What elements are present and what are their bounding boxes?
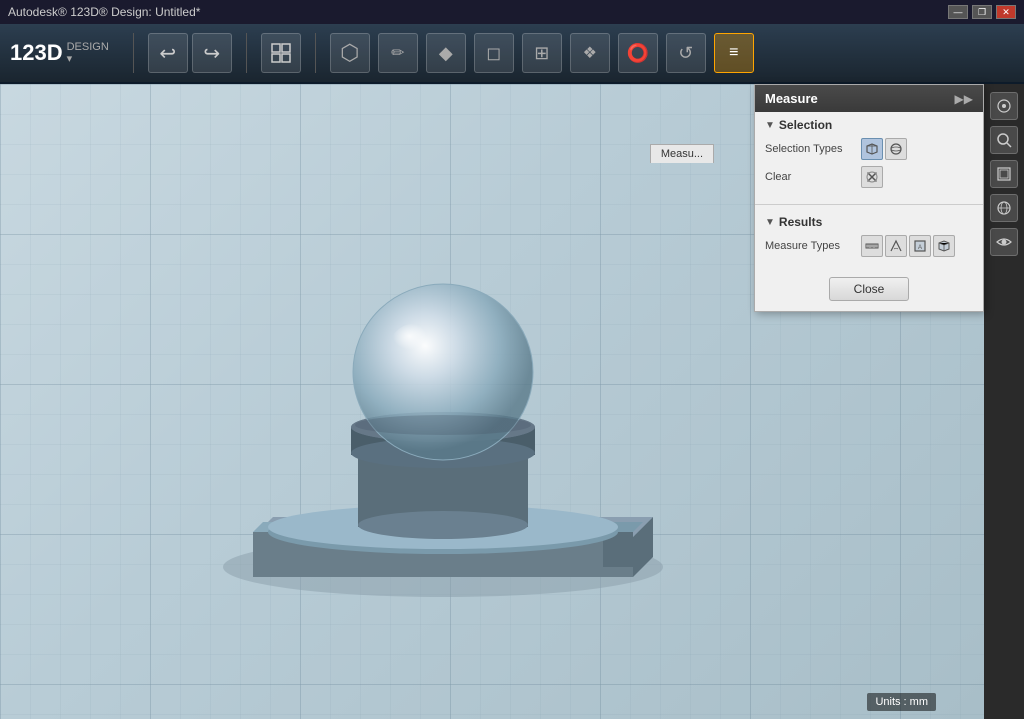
right-tools-panel [984, 84, 1024, 719]
units-label: Units : mm [875, 696, 928, 708]
selection-types-row: Selection Types [765, 138, 973, 160]
close-window-button[interactable]: ✕ [996, 5, 1016, 19]
primitive-button-4[interactable]: ◻ [474, 33, 514, 73]
measure-type-area-button[interactable]: A [909, 235, 931, 257]
selection-type-face-button[interactable] [861, 138, 883, 160]
results-section-header[interactable]: ▼ Results [765, 215, 973, 229]
primitive-button-6[interactable]: ❖ [570, 33, 610, 73]
primitive-button-7[interactable]: ⭕ [618, 33, 658, 73]
measure-types-buttons: A [861, 235, 955, 257]
measure-panel-expand-icon[interactable]: ▶▶ [955, 92, 973, 106]
measure-tab[interactable]: Measu... [650, 144, 714, 163]
units-badge: Units : mm [867, 693, 936, 711]
perspective-icon [996, 200, 1012, 216]
clear-buttons [861, 166, 883, 188]
undo-redo-group: ↩ ↪ [148, 33, 232, 73]
eye-icon [996, 234, 1012, 250]
measure-types-row: Measure Types [765, 235, 973, 257]
volume-icon [937, 239, 951, 253]
selection-type-edge-button[interactable] [885, 138, 907, 160]
app-title: Autodesk® 123D® Design: Untitled* [8, 5, 200, 19]
face-icon [865, 142, 879, 156]
section-divider [755, 204, 983, 205]
view-home-button[interactable] [990, 92, 1018, 120]
main-area: Measu... Units : mm Measure ▶▶ ▼ Selecti… [0, 84, 1024, 719]
results-collapse-icon: ▼ [765, 217, 775, 228]
angle-icon [889, 239, 903, 253]
primitive-button-5[interactable]: ⊞ [522, 33, 562, 73]
selection-section-label: Selection [779, 118, 832, 132]
selection-section: ▼ Selection Selection Types [755, 112, 983, 200]
undo-button[interactable]: ↩ [148, 33, 188, 73]
selection-collapse-icon: ▼ [765, 120, 775, 131]
fit-view-icon [996, 166, 1012, 182]
visibility-button[interactable] [990, 228, 1018, 256]
primitive-button-8[interactable]: ↺ [666, 33, 706, 73]
window-controls[interactable]: — ❐ ✕ [948, 5, 1016, 19]
maximize-button[interactable]: ❐ [972, 5, 992, 19]
clear-button[interactable] [861, 166, 883, 188]
measure-type-volume-button[interactable] [933, 235, 955, 257]
close-button[interactable]: Close [829, 277, 910, 301]
logo-dropdown-arrow[interactable]: ▾ [67, 53, 109, 65]
selection-types-label: Selection Types [765, 143, 855, 155]
grid-snap-button[interactable] [261, 33, 301, 73]
perspective-button[interactable] [990, 194, 1018, 222]
toolbar-divider-2 [246, 33, 247, 73]
measure-type-ruler-button[interactable] [861, 235, 883, 257]
logo-text: 123D [10, 40, 63, 66]
scene-svg [193, 177, 693, 627]
toolbar-divider-1 [133, 33, 134, 73]
clear-row: Clear [765, 166, 973, 188]
primitive-button-1[interactable]: ⬡ [330, 33, 370, 73]
logo-sub: DESIGN [67, 41, 109, 53]
logo-area: 123D DESIGN ▾ [10, 40, 109, 66]
primitive-button-2[interactable]: ✏ [378, 33, 418, 73]
redo-button[interactable]: ↪ [192, 33, 232, 73]
measure-panel-title: Measure [765, 91, 818, 106]
selection-types-buttons [861, 138, 907, 160]
edge-icon [889, 142, 903, 156]
measure-type-angle-button[interactable] [885, 235, 907, 257]
toolbar: 123D DESIGN ▾ ↩ ↪ ⬡ ✏ ◆ ◻ ⊞ ❖ ⭕ ↺ ≡ [0, 24, 1024, 84]
minimize-button[interactable]: — [948, 5, 968, 19]
svg-text:A: A [918, 245, 922, 251]
zoom-button[interactable] [990, 126, 1018, 154]
selection-section-header[interactable]: ▼ Selection [765, 118, 973, 132]
fit-view-button[interactable] [990, 160, 1018, 188]
measure-tab-label: Measu... [661, 148, 703, 160]
area-icon: A [913, 239, 927, 253]
results-section-label: Results [779, 215, 822, 229]
measure-tool-button[interactable]: ≡ [714, 33, 754, 73]
grid-icon [270, 42, 292, 64]
measure-panel: Measure ▶▶ ▼ Selection Selection Types [754, 84, 984, 312]
clear-icon [865, 170, 879, 184]
title-bar: Autodesk® 123D® Design: Untitled* — ❐ ✕ [0, 0, 1024, 24]
ruler-icon [865, 239, 879, 253]
zoom-icon [996, 132, 1012, 148]
results-section: ▼ Results Measure Types [755, 209, 983, 269]
measure-types-label: Measure Types [765, 240, 855, 252]
toolbar-divider-3 [315, 33, 316, 73]
home-view-icon [996, 98, 1012, 114]
measure-panel-header: Measure ▶▶ [755, 85, 983, 112]
3d-object [193, 177, 693, 627]
clear-label: Clear [765, 171, 855, 183]
primitive-button-3[interactable]: ◆ [426, 33, 466, 73]
